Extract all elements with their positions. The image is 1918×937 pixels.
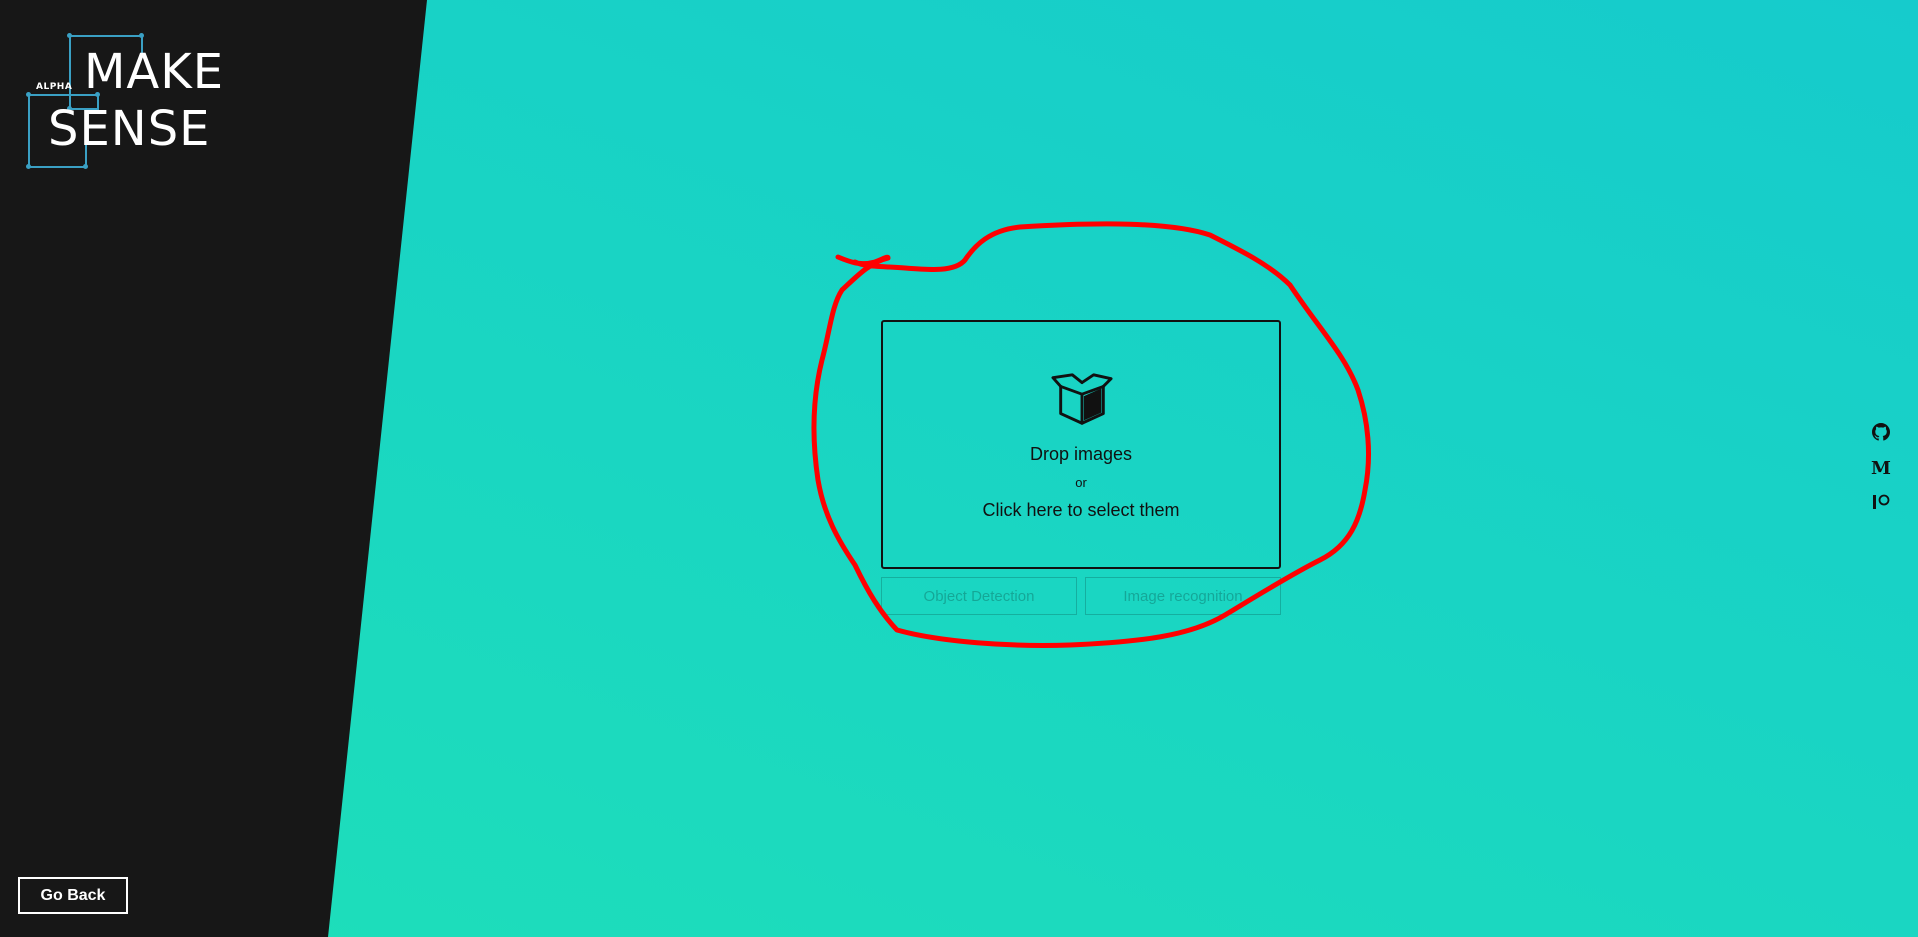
github-mark (1872, 423, 1890, 441)
box-icon (1051, 373, 1113, 425)
medium-icon[interactable]: M (1870, 457, 1892, 479)
logo-word-make: MAKE (84, 44, 225, 100)
go-back-button[interactable]: Go Back (18, 877, 128, 914)
image-drop-zone[interactable]: Drop images or Click here to select them (881, 320, 1281, 569)
image-recognition-button[interactable]: Image recognition (1085, 577, 1281, 615)
logo-frame-line (28, 94, 30, 168)
logo-frame-line (28, 166, 87, 168)
logo-corner-dot (26, 92, 31, 97)
logo-alpha-label: ALPHA (36, 82, 73, 92)
or-label: or (1075, 475, 1087, 490)
patreon-icon[interactable] (1870, 491, 1892, 513)
app-logo: ALPHA MAKE SENSE (26, 30, 228, 175)
app-root: ALPHA MAKE SENSE Go Back Drop images or … (0, 0, 1918, 937)
drop-images-label: Drop images (1029, 444, 1133, 464)
logo-corner-dot (26, 164, 31, 169)
logo-frame-line (69, 35, 71, 110)
logo-word-sense: SENSE (48, 101, 211, 157)
logo-frame-line (69, 35, 143, 37)
object-detection-button[interactable]: Object Detection (881, 577, 1077, 615)
logo-corner-dot (139, 33, 144, 38)
logo-corner-dot (67, 33, 72, 38)
patreon-mark (1873, 494, 1890, 509)
logo-corner-dot (83, 164, 88, 169)
select-images-label: Click here to select them (982, 500, 1180, 520)
github-icon[interactable] (1870, 421, 1892, 443)
